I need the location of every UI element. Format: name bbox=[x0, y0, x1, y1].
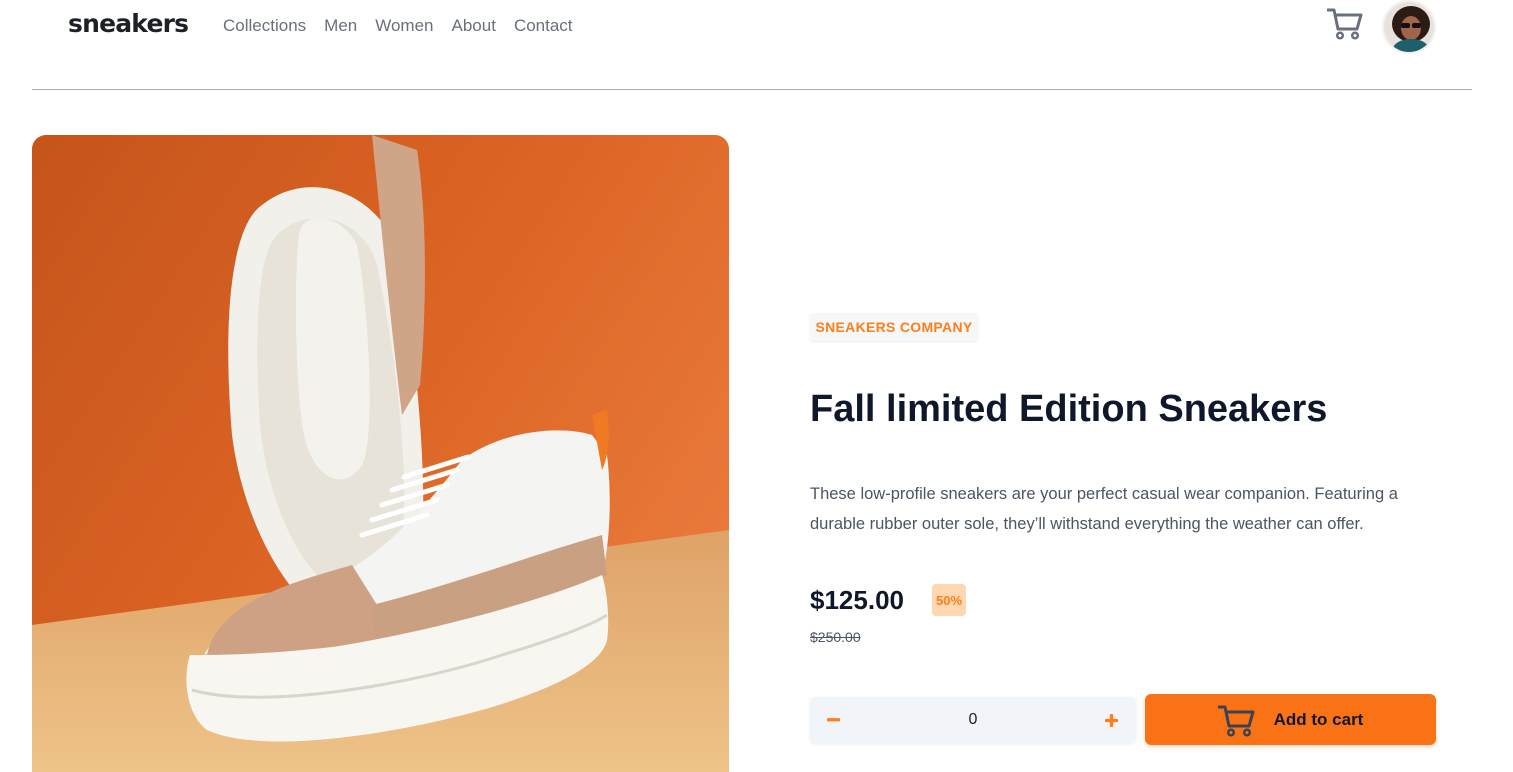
nav-link-men[interactable]: Men bbox=[324, 16, 357, 36]
increase-quantity-button[interactable] bbox=[1088, 697, 1134, 743]
plus-icon bbox=[1104, 713, 1118, 727]
user-avatar[interactable] bbox=[1382, 0, 1436, 54]
nav-link-collections[interactable]: Collections bbox=[223, 16, 306, 36]
current-price: $125.00 bbox=[810, 585, 904, 615]
product-title: Fall limited Edition Sneakers bbox=[810, 388, 1328, 430]
product-description: These low-profile sneakers are your perf… bbox=[810, 485, 1398, 533]
site-header: sneakers Collections Men Women About Con… bbox=[32, 0, 1472, 90]
main-nav: Collections Men Women About Contact bbox=[223, 16, 573, 36]
original-price: $250.00 bbox=[810, 629, 861, 645]
discount-badge: 50% bbox=[932, 584, 966, 616]
nav-link-about[interactable]: About bbox=[452, 16, 496, 36]
add-to-cart-label: Add to cart bbox=[1273, 709, 1364, 729]
nav-link-women[interactable]: Women bbox=[375, 16, 433, 36]
brand-logo[interactable]: sneakers bbox=[68, 9, 189, 38]
brand-badge: SNEAKERS COMPANY bbox=[810, 313, 978, 341]
quantity-stepper: 0 bbox=[810, 697, 1136, 743]
nav-link-contact[interactable]: Contact bbox=[514, 16, 573, 36]
cart-icon[interactable] bbox=[1326, 6, 1363, 40]
minus-icon bbox=[826, 718, 840, 722]
decrease-quantity-button[interactable] bbox=[810, 697, 856, 743]
cart-icon bbox=[1217, 703, 1256, 737]
add-to-cart-button[interactable]: Add to cart bbox=[1145, 694, 1436, 745]
product-image[interactable] bbox=[32, 135, 729, 772]
